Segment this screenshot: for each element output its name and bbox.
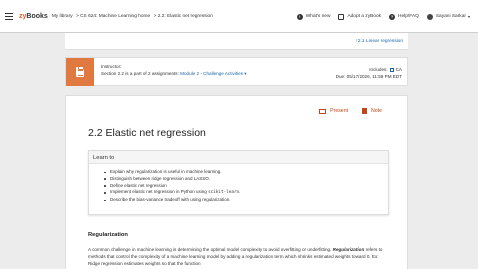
learning-objectives: Learn to Explain why regularization is u… [88, 150, 389, 215]
present-icon [319, 108, 327, 114]
whats-new-button[interactable]: ! What's new [296, 13, 330, 20]
list-item: Explain why regularization is useful in … [104, 169, 388, 176]
due-info: Includes: CA Due: 05/17/2026, 11:59 PM ED… [335, 67, 402, 79]
zybooks-logo[interactable]: zyBooks [19, 13, 48, 20]
avatar-icon [426, 13, 433, 20]
assignment-info: Instructor: Section 2.2 is a part of 2 a… [101, 64, 247, 77]
regularization-heading: Regularization [88, 232, 128, 238]
list-item: Define elastic net regression [104, 183, 388, 190]
chevron-down-icon: ▾ [467, 14, 470, 19]
help-icon: ? [389, 13, 396, 20]
section-content: Present Note 2.2 Elastic net regression … [65, 95, 408, 269]
due-date: Due: 05/17/2026, 11:59 PM EDT [335, 74, 402, 79]
assignment-text: Section 2.2 is a part of 2 assignments: [101, 70, 179, 76]
assignment-dropdown[interactable]: Module 2 - Challenge Activities ▾ [180, 71, 246, 76]
list-item: Implement elastic net regression in Pyth… [104, 189, 388, 197]
hamburger-menu-icon[interactable] [5, 12, 13, 20]
previous-section-link[interactable]: ↑2.1 Linear regression [356, 39, 403, 44]
breadcrumb-section: > 2.2: Elastic net regression [153, 13, 213, 19]
breadcrumb-my-library[interactable]: My library [52, 14, 73, 19]
clipboard-icon [66, 58, 94, 86]
help-faq-button[interactable]: ? Help/FAQ [389, 13, 419, 20]
note-button[interactable]: Note [362, 108, 382, 114]
breadcrumb: My library > CS 624: Machine Learning ho… [52, 14, 215, 19]
adopt-zybook-button[interactable]: Adopt a zyBook [338, 13, 381, 20]
breadcrumb-course-home[interactable]: > CS 624: Machine Learning home [76, 14, 150, 19]
challenge-activity-icon [389, 67, 394, 72]
regularization-paragraph: A common challenge in machine learning i… [88, 247, 383, 266]
present-button[interactable]: Present [319, 108, 348, 114]
top-bar: zyBooks My library > CS 624: Machine Lea… [0, 0, 478, 33]
learning-objectives-heading: Learn to [89, 151, 388, 164]
list-item: Distinguish between ridge regression and… [104, 176, 388, 183]
page-title: 2.2 Elastic net regression [88, 127, 206, 139]
adopt-icon [338, 13, 345, 20]
whats-new-icon: ! [296, 13, 303, 20]
term-regularization: Regularization [332, 247, 365, 252]
code-text: scikit-learn [208, 190, 240, 196]
note-icon [362, 108, 368, 114]
assignment-banner: Instructor: Section 2.2 is a part of 2 a… [65, 57, 408, 86]
user-menu-button[interactable]: Sayani Sarkar ▾ [426, 13, 470, 20]
list-item: Describe the bias-variance tradeoff with… [104, 197, 388, 204]
section-header: ↑2.1 Linear regression [65, 33, 408, 50]
